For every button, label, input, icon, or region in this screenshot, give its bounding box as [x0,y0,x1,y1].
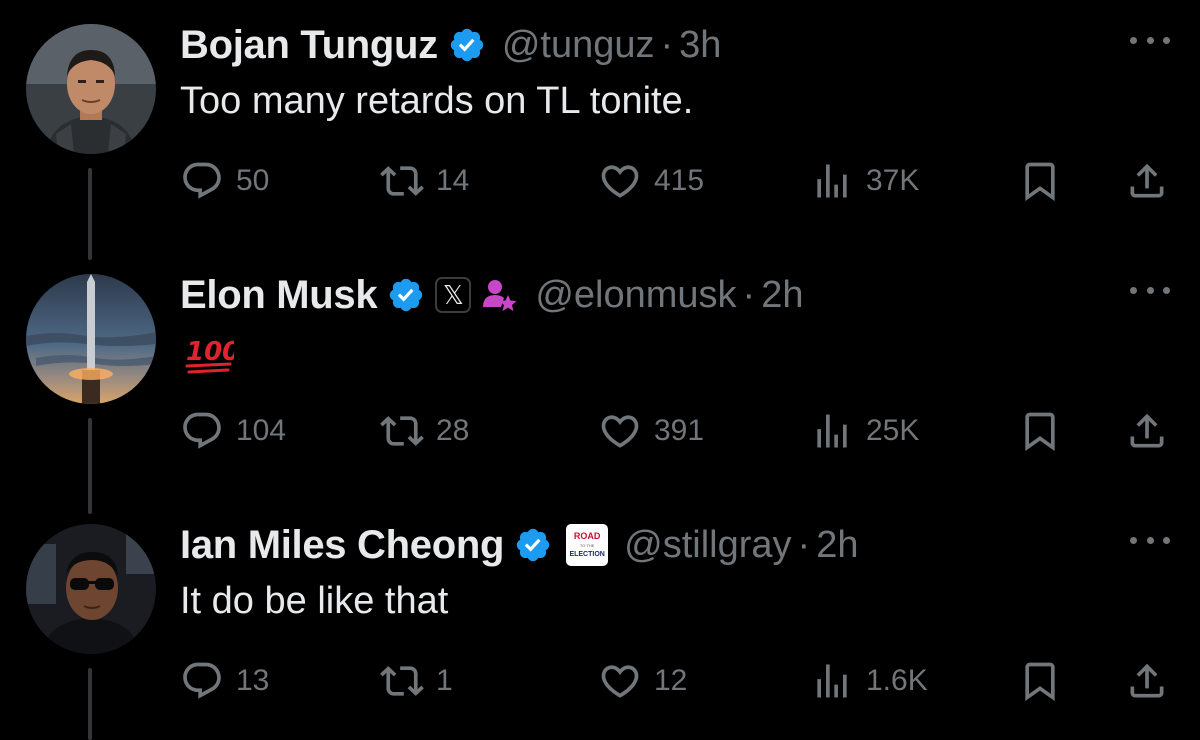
views-count: 1.6K [866,664,928,697]
repost-button[interactable]: 1 [380,656,453,706]
tweet-header: Bojan Tunguz @tunguz · 3h [180,22,721,68]
views-count: 25K [866,414,920,447]
reply-count: 13 [236,664,270,697]
reply-button[interactable]: 50 [180,156,269,206]
tweet-stillgray[interactable]: Ian Miles Cheong ROAD TO THE ELECTION @s… [0,500,1200,740]
reply-icon [183,412,221,449]
share-icon [1130,663,1164,698]
svg-text:100: 100 [186,337,234,367]
like-count: 12 [654,664,688,697]
bookmark-button[interactable] [1018,406,1062,456]
views-icon [817,664,847,698]
views-icon [817,164,847,198]
avatar-stillgray[interactable] [26,524,156,654]
display-name[interactable]: Elon Musk [180,273,378,318]
thread-line [88,668,92,740]
tweet-header: Ian Miles Cheong ROAD TO THE ELECTION @s… [180,522,858,568]
views-icon [817,414,847,448]
reply-icon [183,162,221,199]
heart-icon [601,665,639,698]
thread-line [88,168,92,260]
handle[interactable]: @elonmusk [535,274,736,317]
badge-line-1: ROAD [573,530,601,541]
reply-count: 104 [236,414,287,447]
person-star-icon[interactable] [479,275,519,315]
more-options-icon[interactable] [1130,30,1170,50]
badge-line-2: TO THE [579,542,595,548]
handle[interactable]: @stillgray [624,524,791,567]
more-options-icon[interactable] [1130,530,1170,550]
action-bar: 50 14 415 37K [180,156,1180,206]
heart-icon [601,415,639,448]
timestamp[interactable]: 3h [679,24,721,67]
reply-button[interactable]: 104 [180,406,286,456]
badge-line-3: ELECTION [569,550,605,558]
views-count: 37K [866,164,920,197]
display-name[interactable]: Bojan Tunguz [180,23,438,68]
reply-button[interactable]: 13 [180,656,269,706]
timestamp[interactable]: 2h [816,524,858,567]
separator-dot: · [660,23,674,66]
timestamp[interactable]: 2h [761,274,803,317]
verified-badge-icon[interactable] [514,526,552,564]
tweet-tunguz[interactable]: Bojan Tunguz @tunguz · 3h Too many retar… [0,0,1200,260]
share-button[interactable] [1125,406,1169,456]
handle[interactable]: @tunguz [502,24,655,67]
verified-badge-icon[interactable] [448,26,486,64]
heart-icon [601,165,639,198]
views-button[interactable]: 37K [810,156,919,206]
repost-icon [380,666,424,696]
repost-icon [380,416,424,446]
bookmark-icon [1025,412,1055,452]
tweet-text: Too many retards on TL tonite. [180,80,694,122]
share-button[interactable] [1125,156,1169,206]
repost-icon [380,166,424,196]
bookmark-icon [1025,662,1055,702]
x-affiliate-badge-icon[interactable]: 𝕏 [435,277,472,313]
tweet-elonmusk[interactable]: Elon Musk 𝕏 @elonmusk · 2h 100 104 [0,250,1200,514]
action-bar: 104 28 391 25K [180,406,1180,456]
action-bar: 13 1 12 1.6K [180,656,1180,706]
separator-dot: · [742,273,756,316]
share-button[interactable] [1125,656,1169,706]
separator-dot: · [797,523,811,566]
repost-button[interactable]: 14 [380,156,469,206]
verified-badge-icon[interactable] [387,276,425,314]
reply-icon [183,662,221,699]
repost-button[interactable]: 28 [380,406,469,456]
views-button[interactable]: 25K [810,406,919,456]
like-count: 415 [654,164,705,197]
repost-count: 14 [436,164,470,197]
repost-count: 28 [436,414,470,447]
repost-count: 1 [436,664,453,697]
views-button[interactable]: 1.6K [810,656,928,706]
tweet-header: Elon Musk 𝕏 @elonmusk · 2h [180,272,803,318]
reply-count: 50 [236,164,270,197]
bookmark-button[interactable] [1018,156,1062,206]
share-icon [1130,413,1164,448]
like-count: 391 [654,414,705,447]
road-to-election-badge-icon[interactable]: ROAD TO THE ELECTION [566,524,609,566]
bookmark-button[interactable] [1018,656,1062,706]
like-button[interactable]: 12 [598,656,687,706]
display-name[interactable]: Ian Miles Cheong [180,523,504,568]
tweet-text: It do be like that [180,580,449,622]
bookmark-icon [1025,162,1055,202]
like-button[interactable]: 415 [598,156,704,206]
more-options-icon[interactable] [1130,280,1170,300]
avatar-tunguz[interactable] [26,24,156,154]
avatar-elonmusk[interactable] [26,274,156,404]
hundred-points-emoji: 100 [184,334,240,378]
share-icon [1130,163,1164,198]
like-button[interactable]: 391 [598,406,704,456]
